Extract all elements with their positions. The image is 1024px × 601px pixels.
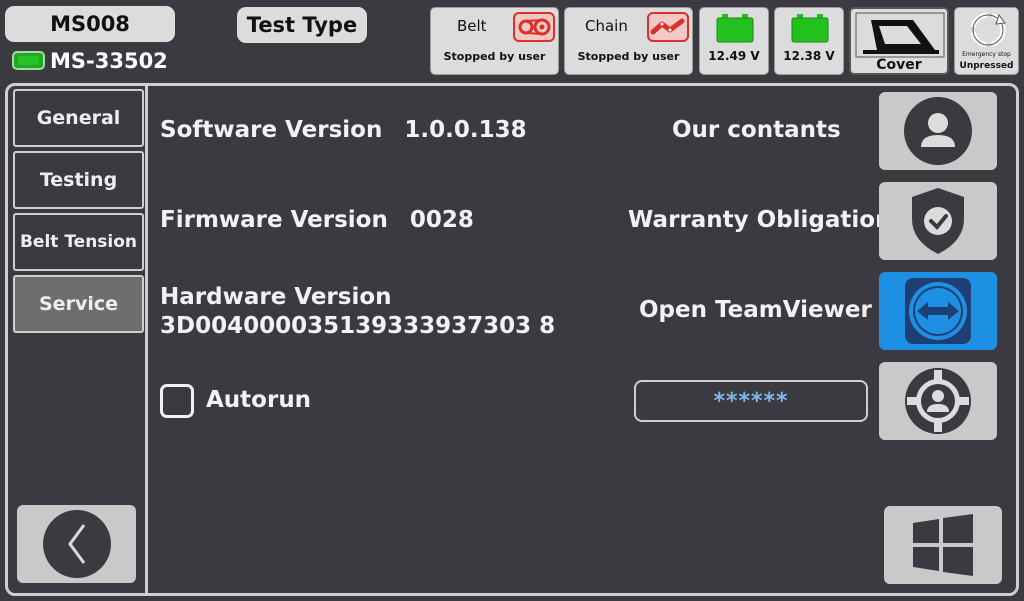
device-name-badge: MS008	[5, 6, 175, 42]
user-icon	[904, 97, 972, 165]
belt-status: Stopped by user	[443, 50, 546, 63]
password-value: ******	[713, 388, 789, 414]
sidebar-item-testing[interactable]: Testing	[13, 151, 144, 209]
windows-button[interactable]	[884, 506, 1002, 584]
serial-number: MS-33502	[50, 49, 168, 73]
battery-icon	[791, 14, 829, 43]
settings-button[interactable]	[879, 362, 997, 440]
contacts-label: Our contants	[672, 117, 841, 143]
battery-2-voltage: 12.38 V	[783, 49, 835, 63]
sidebar-item-service[interactable]: Service	[13, 275, 144, 333]
autorun-label: Autorun	[206, 387, 312, 413]
cover-tile[interactable]: Cover	[849, 7, 949, 75]
connection-indicator	[12, 50, 46, 72]
chain-status-tile[interactable]: Chain Stopped by user	[564, 7, 693, 75]
battery-2-tile: 12.38 V	[774, 7, 844, 75]
firmware-version-label: Firmware Version	[160, 207, 388, 233]
belt-label: Belt	[457, 17, 487, 35]
windows-icon	[913, 514, 973, 576]
software-version: Software Version 1.0.0.138	[160, 117, 527, 143]
belt-status-tile[interactable]: Belt Stopped by user	[430, 7, 559, 75]
user-gear-icon	[905, 368, 971, 434]
emergency-stop-tile: Emergency stop Unpressed	[954, 7, 1019, 75]
chain-label: Chain	[585, 17, 628, 35]
sidebar-item-belt-tension[interactable]: Belt Tension	[13, 213, 144, 271]
sidebar-item-general[interactable]: General	[13, 89, 144, 147]
hardware-version-value: 3D004000035139333937303 8	[160, 313, 556, 339]
battery-icon	[716, 14, 754, 43]
password-field[interactable]: ******	[634, 380, 868, 422]
shield-check-icon	[912, 188, 964, 254]
cover-label: Cover	[876, 57, 922, 73]
software-version-value: 1.0.0.138	[404, 117, 527, 143]
belt-icon	[513, 12, 555, 42]
teamviewer-label: Open TeamViewer	[639, 297, 872, 323]
software-version-label: Software Version	[160, 117, 383, 143]
warranty-label: Warranty Obligation	[628, 207, 892, 233]
chain-icon	[647, 12, 689, 42]
hardware-version-label: Hardware Version	[160, 284, 392, 310]
back-button[interactable]	[17, 505, 136, 583]
chevron-left-icon	[42, 510, 111, 578]
firmware-version: Firmware Version 0028	[160, 207, 474, 233]
battery-1-voltage: 12.49 V	[708, 49, 760, 63]
cover-icon	[855, 12, 945, 58]
teamviewer-button[interactable]	[879, 272, 997, 350]
emergency-stop-status: Unpressed	[959, 61, 1014, 71]
firmware-version-value: 0028	[409, 207, 474, 233]
chain-status: Stopped by user	[577, 50, 680, 63]
contacts-button[interactable]	[879, 92, 997, 170]
refresh-icon	[970, 12, 1006, 48]
sidebar-divider	[145, 86, 148, 593]
battery-1-tile: 12.49 V	[699, 7, 769, 75]
autorun-checkbox[interactable]	[160, 384, 194, 418]
warranty-button[interactable]	[879, 182, 997, 260]
connection-icon	[12, 51, 45, 70]
test-type-button[interactable]: Test Type	[237, 7, 367, 43]
emergency-stop-label: Emergency stop	[962, 51, 1011, 58]
teamviewer-icon	[905, 278, 971, 344]
main-panel	[5, 83, 1019, 596]
